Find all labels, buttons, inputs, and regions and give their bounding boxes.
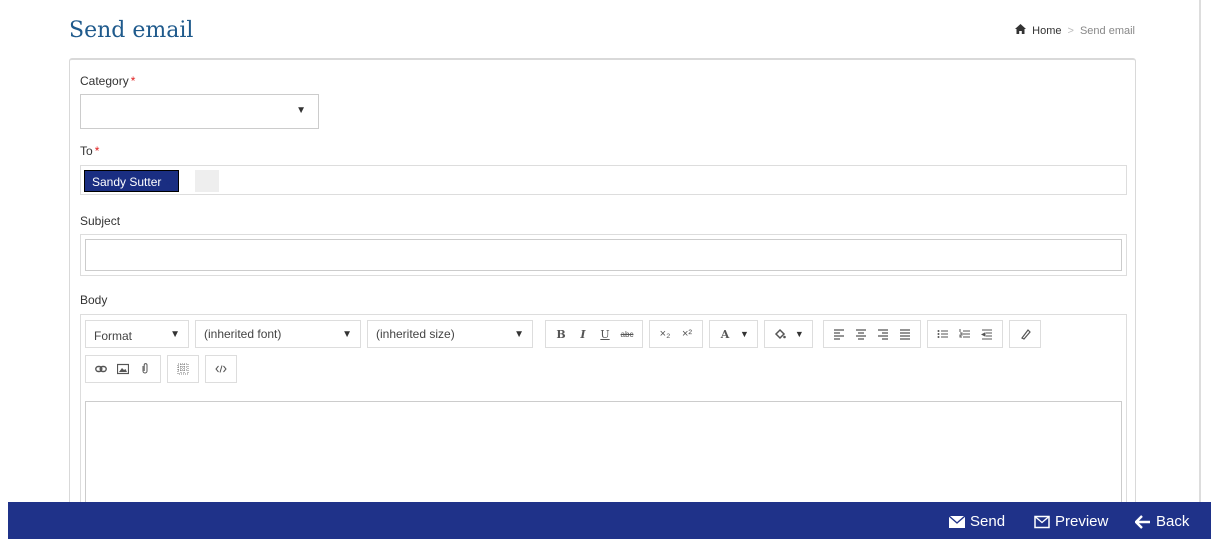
format-dropdown-label: Format bbox=[94, 329, 133, 343]
editor-toolbar-row-2 bbox=[85, 355, 243, 383]
background-color-group[interactable]: ▼ bbox=[763, 320, 813, 348]
to-label-text: To bbox=[80, 144, 93, 158]
back-button-label: Back bbox=[1156, 513, 1190, 530]
envelope-icon bbox=[949, 514, 965, 528]
list-group bbox=[926, 320, 1003, 348]
home-icon[interactable] bbox=[1015, 24, 1027, 37]
breadcrumb-home-link[interactable]: Home bbox=[1032, 25, 1061, 37]
source-group bbox=[205, 355, 237, 383]
editor-toolbar-row-1: Format ▼ (inherited font) ▼ (inherited s… bbox=[85, 320, 1047, 348]
breadcrumb-current: Send email bbox=[1079, 24, 1135, 37]
font-dropdown-label: (inherited font) bbox=[204, 327, 282, 341]
bulleted-list-icon[interactable] bbox=[932, 323, 954, 345]
send-button-label: Send bbox=[970, 513, 1006, 530]
script-group: ×₂ ×² bbox=[649, 320, 703, 348]
to-required-mark: * bbox=[94, 144, 100, 158]
code-view-icon[interactable] bbox=[210, 358, 232, 380]
email-form-card: Category * ▼ To * Sandy Sutter × Subject Bo… bbox=[69, 58, 1136, 511]
subject-label: Subject bbox=[80, 214, 121, 228]
chevron-down-icon[interactable]: ▼ bbox=[296, 105, 306, 116]
strikethrough-button[interactable]: abc bbox=[616, 323, 638, 345]
envelope-outline-icon bbox=[1034, 515, 1050, 528]
table-group bbox=[167, 355, 199, 383]
recipient-name: Sandy Sutter bbox=[92, 175, 162, 189]
page-header: Send email Home > Send email bbox=[69, 14, 1135, 48]
image-icon[interactable] bbox=[112, 358, 134, 380]
body-editor-area[interactable] bbox=[85, 401, 1122, 511]
link-icon[interactable] bbox=[90, 358, 112, 380]
font-dropdown[interactable]: (inherited font) ▼ bbox=[195, 320, 361, 348]
chevron-down-icon: ▼ bbox=[740, 329, 749, 339]
chevron-down-icon: ▼ bbox=[514, 329, 524, 340]
text-color-group[interactable]: A ▼ bbox=[709, 320, 758, 348]
rich-text-editor: Format ▼ (inherited font) ▼ (inherited s… bbox=[80, 314, 1127, 511]
back-button[interactable]: Back bbox=[1135, 513, 1189, 530]
subject-field-wrapper bbox=[80, 234, 1127, 276]
breadcrumb: Home > Send email bbox=[1015, 24, 1135, 37]
category-label: Category * bbox=[80, 74, 135, 88]
footer-action-bar: Send Preview Back bbox=[8, 502, 1211, 539]
category-required-mark: * bbox=[130, 74, 136, 88]
page-title: Send email bbox=[69, 18, 194, 43]
align-justify-icon[interactable] bbox=[894, 323, 916, 345]
category-label-text: Category bbox=[80, 74, 129, 88]
align-center-icon[interactable] bbox=[850, 323, 872, 345]
insert-group bbox=[85, 355, 161, 383]
chevron-down-icon: ▼ bbox=[794, 329, 804, 339]
category-select[interactable]: ▼ bbox=[80, 94, 319, 129]
to-label: To * bbox=[80, 144, 99, 158]
chevron-down-icon: ▼ bbox=[170, 329, 180, 340]
italic-button[interactable]: I bbox=[572, 323, 594, 345]
superscript-button[interactable]: ×² bbox=[676, 323, 698, 345]
recipient-input[interactable] bbox=[195, 170, 219, 192]
page-right-border bbox=[1199, 0, 1201, 502]
text-style-group: B I U abc bbox=[545, 320, 643, 348]
preview-button-label: Preview bbox=[1055, 513, 1109, 530]
align-right-icon[interactable] bbox=[872, 323, 894, 345]
to-recipients-field[interactable]: Sandy Sutter × bbox=[80, 165, 1127, 195]
size-dropdown-label: (inherited size) bbox=[376, 327, 455, 341]
table-icon[interactable] bbox=[172, 358, 194, 380]
send-button[interactable]: Send bbox=[949, 513, 1005, 530]
size-dropdown[interactable]: (inherited size) ▼ bbox=[367, 320, 533, 348]
format-dropdown[interactable]: Format ▼ bbox=[85, 320, 189, 348]
recipient-chip[interactable]: Sandy Sutter × bbox=[84, 170, 180, 192]
body-label: Body bbox=[80, 293, 108, 307]
remove-recipient-icon[interactable]: × bbox=[165, 178, 171, 189]
subscript-button[interactable]: ×₂ bbox=[654, 323, 676, 345]
clear-formatting-icon[interactable] bbox=[1014, 323, 1036, 345]
preview-button[interactable]: Preview bbox=[1034, 513, 1108, 530]
underline-button[interactable]: U bbox=[594, 323, 616, 345]
bold-button[interactable]: B bbox=[550, 323, 572, 345]
subject-input[interactable] bbox=[85, 239, 1122, 271]
chevron-down-icon: ▼ bbox=[342, 329, 352, 340]
arrow-left-icon bbox=[1135, 514, 1150, 529]
text-color-button[interactable]: A bbox=[714, 323, 736, 345]
align-left-icon[interactable] bbox=[828, 323, 850, 345]
outdent-icon[interactable] bbox=[976, 323, 998, 345]
breadcrumb-separator: > bbox=[1067, 24, 1074, 37]
eraser-group bbox=[1008, 320, 1041, 348]
numbered-list-icon[interactable] bbox=[954, 323, 976, 345]
attachment-icon[interactable] bbox=[134, 358, 156, 380]
alignment-group bbox=[822, 320, 921, 348]
paint-bucket-icon[interactable] bbox=[769, 323, 791, 345]
